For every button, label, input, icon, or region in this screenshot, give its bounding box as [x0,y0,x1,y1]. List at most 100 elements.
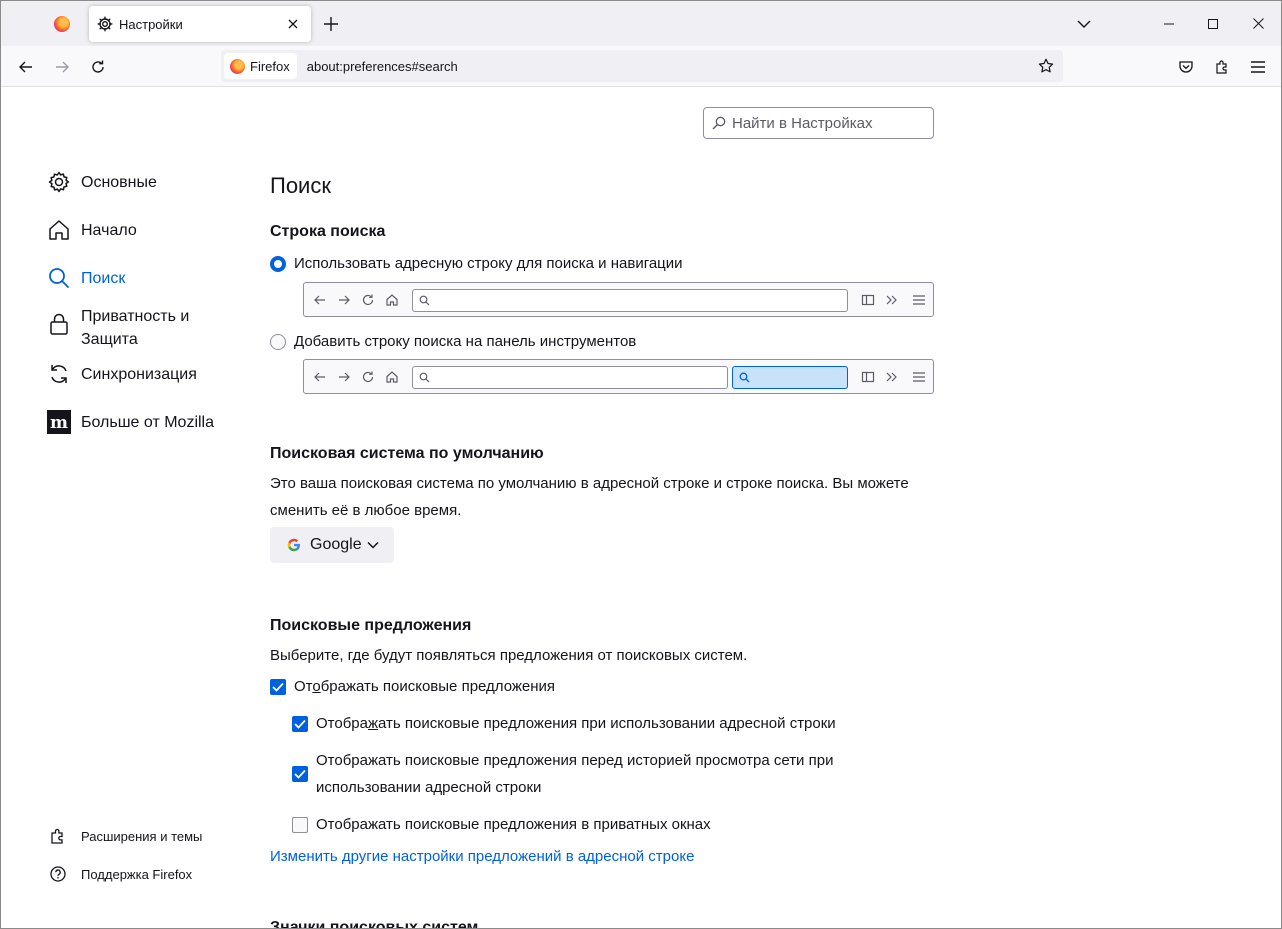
search-icon [419,295,430,306]
url-text[interactable]: about:preferences#search [307,59,1031,74]
radio-button-unselected[interactable] [270,333,286,350]
close-window-button[interactable] [1235,1,1281,46]
checkbox-unchecked[interactable] [292,816,308,833]
preview-toolbar-with-search-bar [303,359,934,394]
firefox-icon [230,58,245,74]
help-icon [50,866,66,882]
category-label: Больше от Mozilla [81,414,215,431]
reload-icon [360,369,376,385]
checkbox-show-suggestions[interactable]: Отображать поисковые предложения [270,678,555,695]
close-tab-icon[interactable] [283,14,303,34]
extensions-button[interactable] [1207,52,1237,82]
forward-button[interactable] [47,52,77,82]
home-icon [47,218,71,242]
category-privacy[interactable]: Приватность и Защита [47,304,211,351]
checkbox-label: Отображать поисковые предложения в прива… [316,816,711,833]
tab-label: Настройки [119,16,183,32]
default-engine-value: Google [310,536,362,553]
category-search[interactable]: Поиск [47,266,125,290]
list-all-tabs-button[interactable] [1073,13,1095,35]
maximize-button[interactable] [1190,1,1236,46]
radio-button-selected[interactable] [270,255,286,272]
puzzle-icon [1216,60,1227,74]
pinned-tab-firefox[interactable] [45,9,79,39]
checkbox-suggestions-before-history[interactable]: Отображать поисковые предложения перед и… [292,747,852,801]
category-general[interactable]: Основные [47,170,157,194]
preview-address-field [412,289,848,312]
hamburger-menu-icon [1251,61,1265,73]
category-label: Приватность и Защита [81,308,190,348]
back-arrow-icon [312,292,328,308]
reload-icon [360,292,376,308]
default-engine-heading: Поисковая система по умолчанию [270,445,544,462]
checkmark-icon [294,719,306,729]
bookmark-star-button[interactable] [1031,51,1061,81]
checkbox-suggestions-in-address-bar[interactable]: Отображать поисковые предложения при исп… [292,715,836,732]
checkbox-label: Отображать поисковые предложения при исп… [316,715,836,732]
preview-address-field [412,366,728,389]
category-label: Начало [81,222,137,239]
categories-sidebar: Основные Начало Поиск Приватность и Защи… [1,87,241,928]
lock-icon [47,312,71,336]
tab-strip: Настройки [1,1,1281,46]
checkbox-checked[interactable] [292,766,308,782]
addons-label: Расширения и темы [81,828,203,844]
forward-arrow-icon [336,369,352,385]
category-label: Синхронизация [81,366,197,383]
support-link[interactable]: Поддержка Firefox [49,865,192,883]
search-icon [47,266,71,290]
back-button[interactable] [11,52,41,82]
radio-use-address-bar[interactable]: Использовать адресную строку для поиска … [270,255,683,272]
support-label: Поддержка Firefox [81,866,193,882]
radio-label: Использовать адресную строку для поиска … [294,255,683,272]
category-sync[interactable]: Синхронизация [47,362,197,386]
forward-arrow-icon [56,61,69,73]
addons-link[interactable]: Расширения и темы [49,827,202,845]
svg-text:m: m [50,413,68,433]
new-tab-button[interactable] [319,12,343,36]
gear-icon [47,170,71,194]
mozilla-icon: m [47,410,71,434]
category-home[interactable]: Начало [47,218,137,242]
reload-icon [92,60,104,73]
radio-add-search-bar[interactable]: Добавить строку поиска на панель инструм… [270,333,636,350]
search-icon [739,372,750,383]
firefox-window: Настройки Firefox about:preferences#sear… [0,0,1282,929]
hamburger-menu-icon [911,369,927,385]
navigation-toolbar: Firefox about:preferences#search [1,46,1281,87]
home-icon [384,292,400,308]
suggestions-heading: Поисковые предложения [270,617,472,634]
firefox-icon [54,16,70,32]
overflow-chevron-icon [884,292,900,308]
checkbox-suggestions-in-private[interactable]: Отображать поисковые предложения в прива… [292,816,711,833]
url-bar[interactable]: Firefox about:preferences#search [221,50,1063,82]
default-engine-description: Это ваша поисковая система по умолчанию … [270,475,909,519]
puzzle-icon [51,828,63,844]
more-suggestion-settings-link[interactable]: Изменить другие настройки предложений в … [270,848,694,865]
minimize-button[interactable] [1146,1,1192,46]
pocket-button[interactable] [1171,52,1201,82]
checkbox-checked[interactable] [270,678,286,695]
chevron-down-icon [367,541,379,549]
radio-label: Добавить строку поиска на панель инструм… [294,333,637,350]
tab-settings[interactable]: Настройки [89,6,311,42]
checkmark-icon [272,682,284,692]
search-pane: Поиск Строка поиска Использовать адресну… [270,87,950,928]
category-label: Поиск [81,270,126,287]
app-menu-button[interactable] [1243,52,1273,82]
category-more-from-mozilla[interactable]: m Больше от Mozilla [47,410,214,434]
sidebar-icon [860,292,876,308]
checkbox-checked[interactable] [292,715,308,732]
pocket-icon [1179,61,1193,73]
sync-icon [47,362,71,386]
reload-button[interactable] [83,52,113,82]
searchbar-heading: Строка поиска [270,223,386,240]
preview-toolbar-address-only [303,282,934,317]
preview-search-field [732,366,848,389]
back-arrow-icon [312,369,328,385]
checkbox-label: Отображать поисковые предложения перед и… [316,752,834,796]
sidebar-icon [860,369,876,385]
default-engine-dropdown[interactable]: Google [270,527,394,563]
identity-box[interactable]: Firefox [224,53,297,79]
home-icon [384,369,400,385]
